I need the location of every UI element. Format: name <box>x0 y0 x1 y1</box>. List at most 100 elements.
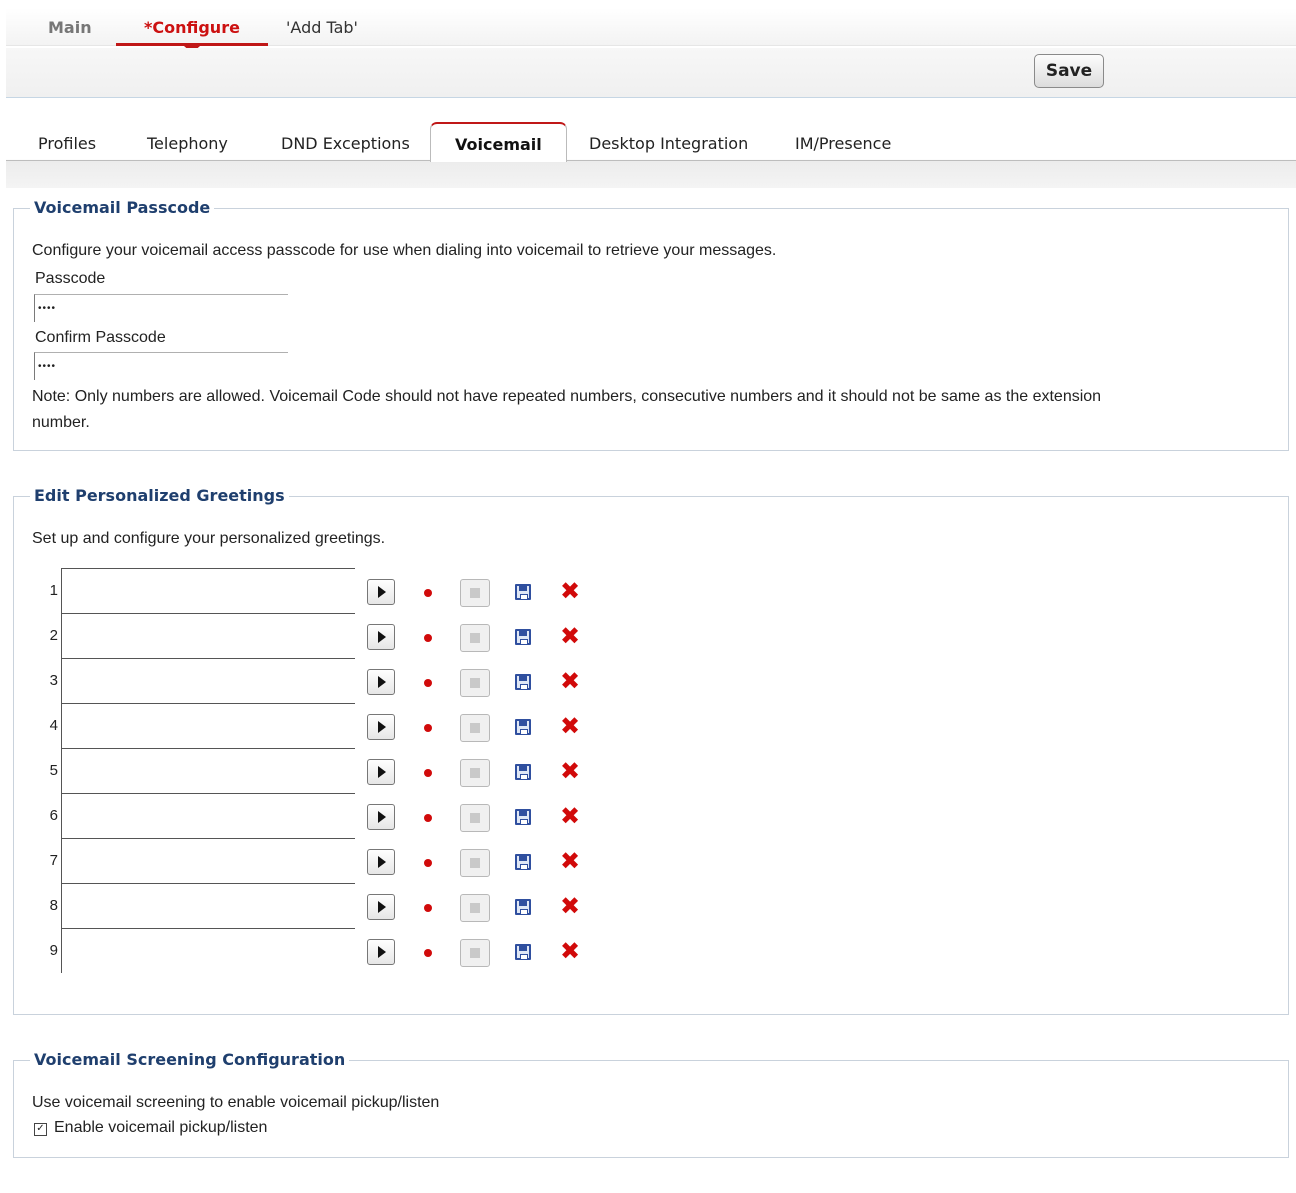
greeting-name-input[interactable] <box>61 658 355 703</box>
settings-tab-bar: Profiles Telephony DND Exceptions Voicem… <box>6 98 1296 188</box>
play-icon[interactable] <box>367 804 395 830</box>
delete-greeting-icon[interactable]: ✖ <box>560 893 580 919</box>
save-button[interactable]: Save <box>1034 54 1104 88</box>
confirm-passcode-label: Confirm Passcode <box>35 329 166 346</box>
save-greeting-icon[interactable] <box>515 809 531 825</box>
greeting-number: 6 <box>49 807 58 824</box>
play-icon[interactable] <box>367 759 395 785</box>
save-greeting-icon[interactable] <box>515 764 531 780</box>
passcode-note-continued: number. <box>32 414 90 431</box>
tab-main[interactable]: Main <box>48 18 92 37</box>
confirm-passcode-input[interactable] <box>34 352 288 380</box>
greeting-row: 3 ✖ <box>14 658 714 703</box>
record-icon[interactable] <box>424 769 432 777</box>
tab-im-presence[interactable]: IM/Presence <box>795 134 891 153</box>
section-title: Edit Personalized Greetings <box>30 486 289 505</box>
delete-greeting-icon[interactable]: ✖ <box>560 938 580 964</box>
section-description: Use voicemail screening to enable voicem… <box>32 1094 440 1111</box>
play-icon[interactable] <box>367 894 395 920</box>
voicemail-passcode-section: Voicemail Passcode Configure your voicem… <box>13 198 1289 451</box>
record-icon[interactable] <box>424 634 432 642</box>
greeting-number: 3 <box>49 672 58 689</box>
stop-icon[interactable] <box>460 804 490 832</box>
section-title: Voicemail Passcode <box>30 198 215 217</box>
passcode-note: Note: Only numbers are allowed. Voicemai… <box>32 388 1102 405</box>
greeting-name-input[interactable] <box>61 568 355 613</box>
greeting-row: 8 ✖ <box>14 883 714 928</box>
greeting-row: 2 ✖ <box>14 613 714 658</box>
stop-icon[interactable] <box>460 624 490 652</box>
tab-telephony[interactable]: Telephony <box>147 134 228 153</box>
greeting-name-input[interactable] <box>61 613 355 658</box>
stop-icon[interactable] <box>460 579 490 607</box>
greeting-name-input[interactable] <box>61 748 355 793</box>
record-icon[interactable] <box>424 589 432 597</box>
greeting-name-input[interactable] <box>61 883 355 928</box>
delete-greeting-icon[interactable]: ✖ <box>560 578 580 604</box>
pickup-listen-checkbox[interactable]: ✓ <box>34 1123 47 1136</box>
save-greeting-icon[interactable] <box>515 584 531 600</box>
save-greeting-icon[interactable] <box>515 674 531 690</box>
greeting-name-input[interactable] <box>61 928 355 973</box>
record-icon[interactable] <box>424 949 432 957</box>
delete-greeting-icon[interactable]: ✖ <box>560 623 580 649</box>
tab-add-tab[interactable]: 'Add Tab' <box>286 18 358 37</box>
stop-icon[interactable] <box>460 759 490 787</box>
greeting-number: 4 <box>49 717 58 734</box>
greeting-name-input[interactable] <box>61 703 355 748</box>
personalized-greetings-section: Edit Personalized Greetings Set up and c… <box>13 486 1289 1015</box>
greeting-number: 9 <box>49 942 58 959</box>
play-icon[interactable] <box>367 849 395 875</box>
greeting-number: 8 <box>49 897 58 914</box>
stop-icon[interactable] <box>460 894 490 922</box>
greeting-row: 1 ✖ <box>14 568 714 613</box>
section-description: Configure your voicemail access passcode… <box>32 242 777 259</box>
greeting-number: 7 <box>49 852 58 869</box>
greeting-name-input[interactable] <box>61 838 355 883</box>
play-icon[interactable] <box>367 714 395 740</box>
voicemail-screening-section: Voicemail Screening Configuration Use vo… <box>13 1050 1289 1158</box>
play-icon[interactable] <box>367 624 395 650</box>
delete-greeting-icon[interactable]: ✖ <box>560 803 580 829</box>
tab-voicemail[interactable]: Voicemail <box>430 122 567 162</box>
pickup-listen-label[interactable]: Enable voicemail pickup/listen <box>54 1119 267 1137</box>
save-greeting-icon[interactable] <box>515 719 531 735</box>
tab-configure[interactable]: *Configure <box>144 18 240 37</box>
play-icon[interactable] <box>367 669 395 695</box>
greeting-row: 9 ✖ <box>14 928 714 973</box>
save-greeting-icon[interactable] <box>515 899 531 915</box>
greeting-number: 5 <box>49 762 58 779</box>
greeting-number: 1 <box>49 582 58 599</box>
play-icon[interactable] <box>367 939 395 965</box>
record-icon[interactable] <box>424 814 432 822</box>
tab-profiles[interactable]: Profiles <box>38 134 96 153</box>
passcode-input[interactable] <box>34 294 288 322</box>
tab-bar-divider <box>6 160 1296 161</box>
delete-greeting-icon[interactable]: ✖ <box>560 848 580 874</box>
save-greeting-icon[interactable] <box>515 944 531 960</box>
tab-dnd-exceptions[interactable]: DND Exceptions <box>281 134 410 153</box>
record-icon[interactable] <box>424 904 432 912</box>
delete-greeting-icon[interactable]: ✖ <box>560 668 580 694</box>
greeting-row: 7 ✖ <box>14 838 714 883</box>
stop-icon[interactable] <box>460 849 490 877</box>
section-title: Voicemail Screening Configuration <box>30 1050 350 1069</box>
passcode-label: Passcode <box>35 270 106 287</box>
delete-greeting-icon[interactable]: ✖ <box>560 758 580 784</box>
save-greeting-icon[interactable] <box>515 854 531 870</box>
tab-desktop-integration[interactable]: Desktop Integration <box>589 134 748 153</box>
stop-icon[interactable] <box>460 939 490 967</box>
stop-icon[interactable] <box>460 669 490 697</box>
record-icon[interactable] <box>424 859 432 867</box>
play-icon[interactable] <box>367 579 395 605</box>
record-icon[interactable] <box>424 724 432 732</box>
greeting-row: 4 ✖ <box>14 703 714 748</box>
top-tab-bar: Main *Configure 'Add Tab' <box>6 8 1296 53</box>
record-icon[interactable] <box>424 679 432 687</box>
delete-greeting-icon[interactable]: ✖ <box>560 713 580 739</box>
section-description: Set up and configure your personalized g… <box>32 530 386 547</box>
save-greeting-icon[interactable] <box>515 629 531 645</box>
toolbar: Save <box>6 48 1296 98</box>
greeting-name-input[interactable] <box>61 793 355 838</box>
stop-icon[interactable] <box>460 714 490 742</box>
